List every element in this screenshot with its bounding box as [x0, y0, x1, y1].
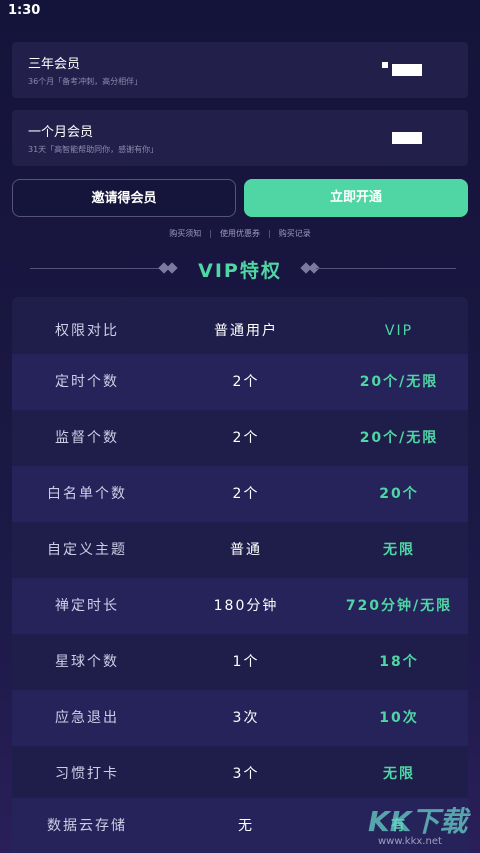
plan-card-one-month[interactable]: 一个月会员 31天「高智能帮助同你，感谢有你」	[12, 110, 468, 166]
privilege-name: 习惯打卡	[55, 766, 119, 782]
vip-section-header: VIP特权	[0, 256, 480, 284]
plan-title: 一个月会员	[28, 125, 94, 140]
normal-value: 2个	[232, 374, 260, 390]
link-separator: |	[268, 229, 271, 238]
vip-value: 10次	[379, 710, 419, 726]
vip-title: VIP特权	[198, 260, 282, 282]
open-now-button[interactable]: 立即开通	[244, 179, 468, 217]
normal-value: 3个	[232, 766, 260, 782]
privilege-name: 数据云存储	[47, 818, 127, 834]
table-row: 定时个数 2个 20个/无限	[12, 354, 468, 410]
purchase-notice-link[interactable]: 购买须知	[169, 229, 201, 238]
header-name: 权限对比	[55, 323, 119, 339]
table-header-row: 权限对比 普通用户 VIP	[12, 303, 468, 359]
table-row: 习惯打卡 3个 无限	[12, 746, 468, 802]
plan-description: 36个月「备考冲刺，高分相伴」	[28, 77, 143, 86]
table-row: 监督个数 2个 20个/无限	[12, 410, 468, 466]
header-vip: VIP	[384, 323, 414, 339]
table-row: 应急退出 3次 10次	[12, 690, 468, 746]
normal-value: 2个	[232, 430, 260, 446]
normal-value: 3次	[232, 710, 260, 726]
header-normal-user: 普通用户	[214, 323, 278, 339]
plan-title: 三年会员	[28, 57, 81, 72]
link-separator: |	[209, 229, 212, 238]
privilege-name: 定时个数	[55, 374, 119, 390]
vip-value: 无限	[383, 766, 415, 782]
use-coupon-link[interactable]: 使用优惠券	[220, 229, 260, 238]
normal-value: 1个	[232, 654, 260, 670]
table-row: 禅定时长 180分钟 720分钟/无限	[12, 578, 468, 634]
privilege-name: 白名单个数	[47, 486, 127, 502]
redaction-mark	[392, 132, 422, 144]
privilege-name: 星球个数	[55, 654, 119, 670]
normal-value: 无	[238, 818, 254, 834]
table-row: 星球个数 1个 18个	[12, 634, 468, 690]
watermark-site: www.kkx.net	[378, 836, 442, 847]
vip-value: 无限	[383, 542, 415, 558]
vip-value: 20个	[379, 486, 419, 502]
redaction-mark	[392, 64, 422, 76]
privilege-table: 权限对比 普通用户 VIP 定时个数 2个 20个/无限 监督个数 2个 20个…	[12, 297, 468, 853]
status-bar: 1:30	[0, 0, 480, 22]
vip-value: 20个/无限	[359, 430, 439, 446]
vip-value: 720分钟/无限	[345, 598, 453, 614]
watermark-logo-text: KK下载	[368, 805, 468, 838]
purchase-links: 购买须知 | 使用优惠券 | 购买记录	[0, 228, 480, 239]
privilege-name: 监督个数	[55, 430, 119, 446]
status-time: 1:30	[8, 3, 41, 18]
plan-card-three-year[interactable]: 三年会员 36个月「备考冲刺，高分相伴」	[12, 42, 468, 98]
vip-value: 18个	[379, 654, 419, 670]
vip-value: 20个/无限	[359, 374, 439, 390]
watermark-logo: KK下载 www.kkx.net	[364, 800, 480, 853]
privilege-name: 应急退出	[55, 710, 119, 726]
plan-price-redacted	[380, 56, 454, 82]
plan-price-redacted	[380, 124, 454, 150]
table-row: 自定义主题 普通 无限	[12, 522, 468, 578]
plan-description: 31天「高智能帮助同你，感谢有你」	[28, 145, 159, 154]
table-row: 白名单个数 2个 20个	[12, 466, 468, 522]
privilege-name: 禅定时长	[55, 598, 119, 614]
normal-value: 180分钟	[213, 598, 279, 614]
invite-member-button[interactable]: 邀请得会员	[12, 179, 236, 217]
privilege-name: 自定义主题	[47, 542, 127, 558]
redaction-mark	[382, 62, 388, 68]
normal-value: 2个	[232, 486, 260, 502]
normal-value: 普通	[230, 542, 262, 558]
divider-line	[316, 268, 456, 269]
purchase-history-link[interactable]: 购买记录	[279, 229, 311, 238]
